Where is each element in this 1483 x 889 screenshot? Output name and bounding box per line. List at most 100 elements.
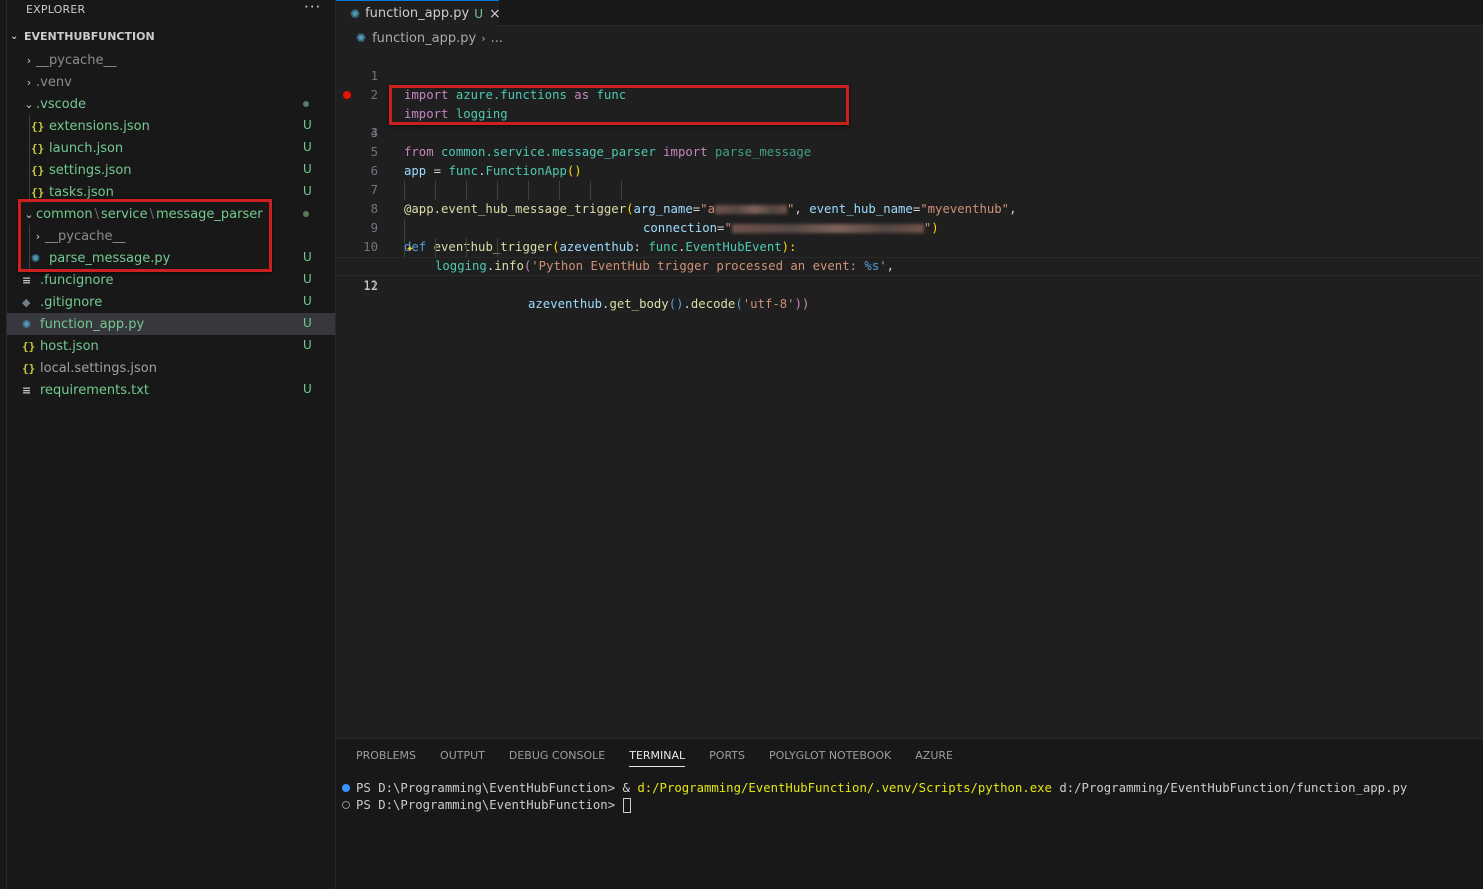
tab-problems[interactable]: PROBLEMS: [356, 749, 416, 767]
code-line: 8 connection=" "): [336, 181, 1483, 235]
indent-guide: [559, 181, 560, 200]
tree-item-label: .funcignore: [40, 272, 114, 288]
untracked-badge: U: [303, 184, 312, 198]
tree-item-label: extensions.json: [49, 118, 150, 134]
untracked-badge: U: [303, 294, 312, 308]
tab-label: function_app.py: [365, 6, 470, 21]
tree-item-label: __pycache__: [36, 52, 117, 68]
tree-item-label: .vscode: [36, 96, 86, 112]
annotation-highlight-box: [18, 199, 272, 272]
tree-item-requirements-txt[interactable]: ≡ requirements.txt: [7, 379, 335, 401]
untracked-badge: U: [303, 382, 312, 396]
indent-guide: [404, 181, 405, 200]
untracked-badge: U: [303, 272, 312, 286]
json-file-icon: {}: [31, 141, 45, 155]
code-line: 10 logging.info('Python EventHub trigger…: [336, 219, 1483, 273]
tab-function-app-py[interactable]: ✺ function_app.py U ×: [336, 0, 501, 26]
tree-item-host-json[interactable]: {} host.json: [7, 335, 335, 357]
code-line: 2 import logging: [336, 67, 1483, 121]
annotation-highlight-box: [389, 85, 849, 125]
indent-guide: [621, 181, 622, 200]
terminal-line[interactable]: PS D:\Programming\EventHubFunction>: [342, 797, 631, 814]
project-folder-header[interactable]: ⌄ EVENTHUBFUNCTION: [10, 30, 155, 43]
code-line: 7 @app.event_hub_message_trigger(arg_nam…: [336, 162, 1483, 216]
tab-ports[interactable]: PORTS: [709, 749, 745, 767]
chevron-right-icon: ›: [481, 31, 486, 45]
panel-tabs: PROBLEMS OUTPUT DEBUG CONSOLE TERMINAL P…: [356, 749, 977, 767]
explorer-title: EXPLORER: [26, 3, 86, 16]
breakpoint-icon[interactable]: [343, 91, 351, 99]
tree-item-extensions-json[interactable]: {} extensions.json: [7, 115, 335, 137]
tree-item-label: settings.json: [49, 162, 132, 178]
untracked-badge: U: [303, 140, 312, 154]
tree-item-label: .venv: [36, 74, 72, 90]
breadcrumb-file[interactable]: function_app.py: [372, 31, 476, 46]
tab-debug-console[interactable]: DEBUG CONSOLE: [509, 749, 605, 767]
code-line: 5 app = func.FunctionApp(): [336, 124, 1483, 178]
untracked-badge: U: [303, 250, 312, 264]
indent-guide: [528, 181, 529, 200]
tree-item-label: host.json: [40, 338, 99, 354]
project-name: EVENTHUBFUNCTION: [24, 30, 155, 43]
tree-item-label: local.settings.json: [40, 360, 157, 376]
tree-item-label: requirements.txt: [40, 382, 150, 398]
indent-guide: [590, 181, 591, 200]
chevron-down-icon: ⌄: [10, 31, 19, 42]
indent-guide: [497, 238, 498, 257]
untracked-badge: U: [474, 6, 484, 21]
terminal-cursor: [622, 798, 631, 813]
code-line: ✦ 11 azeventhub.get_body().decode('utf-8…: [336, 238, 1483, 311]
bottom-panel: PROBLEMS OUTPUT DEBUG CONSOLE TERMINAL P…: [336, 738, 1483, 889]
indent-guide: [466, 181, 467, 200]
tree-item-settings-json[interactable]: {} settings.json: [7, 159, 335, 181]
code-text: azeventhub.get_body().decode('utf-8')): [528, 297, 810, 311]
sparkle-icon[interactable]: ✦: [406, 239, 414, 258]
tab-terminal[interactable]: TERMINAL: [629, 749, 686, 767]
text-lines-icon: ≡: [22, 273, 32, 287]
tree-item-pycache[interactable]: › __pycache__: [7, 49, 335, 71]
code-line: 9 def eventhub_trigger(azeventhub: func.…: [336, 200, 1483, 254]
python-file-icon: ✺: [350, 6, 361, 21]
indent-guide: [497, 181, 498, 200]
indent-guide: [435, 238, 436, 257]
json-file-icon: {}: [31, 185, 45, 199]
modified-dot-badge: [303, 211, 309, 217]
indent-guide: [466, 238, 467, 257]
tree-item-label: function_app.py: [40, 316, 145, 332]
tree-item-funcignore[interactable]: ≡ .funcignore: [7, 269, 335, 291]
json-file-icon: {}: [31, 163, 45, 177]
tree-item-vscode[interactable]: ⌄ .vscode: [7, 93, 335, 115]
chevron-right-icon: ›: [26, 75, 32, 89]
tab-azure[interactable]: AZURE: [915, 749, 953, 767]
tree-item-launch-json[interactable]: {} launch.json: [7, 137, 335, 159]
tree-item-label: tasks.json: [49, 184, 114, 200]
tree-item-local-settings-json[interactable]: {} local.settings.json: [7, 357, 335, 379]
tab-output[interactable]: OUTPUT: [440, 749, 485, 767]
untracked-badge: U: [303, 118, 312, 132]
untracked-badge: U: [303, 162, 312, 176]
untracked-badge: U: [303, 316, 312, 330]
python-file-icon: ✺: [356, 31, 367, 45]
code-line: 6: [336, 143, 1483, 178]
tree-item-gitignore[interactable]: ◆ .gitignore: [7, 291, 335, 313]
explorer-more-actions-icon[interactable]: ···: [304, 0, 321, 16]
indent-guide: [435, 181, 436, 200]
code-line-current: 12: [336, 257, 1483, 293]
tree-item-function-app-py[interactable]: ✺ function_app.py: [7, 313, 335, 335]
untracked-badge: U: [303, 338, 312, 352]
json-file-icon: {}: [22, 339, 36, 353]
tree-item-venv[interactable]: › .venv: [7, 71, 335, 93]
command-pending-icon: [342, 801, 350, 809]
breadcrumb-ellipsis[interactable]: ...: [491, 31, 503, 46]
terminal-line: PS D:\Programming\EventHubFunction> & d:…: [342, 780, 1407, 797]
close-icon[interactable]: ×: [489, 6, 501, 22]
git-file-icon: ◆: [22, 295, 31, 309]
json-file-icon: {}: [31, 119, 45, 133]
tab-polyglot-notebook[interactable]: POLYGLOT NOTEBOOK: [769, 749, 891, 767]
tree-item-label: launch.json: [49, 140, 124, 156]
text-lines-icon: ≡: [22, 383, 32, 397]
explorer-sidebar: EXPLORER ··· ⌄ EVENTHUBFUNCTION › __pyca…: [0, 0, 336, 889]
python-file-icon: ✺: [22, 317, 32, 331]
chevron-right-icon: ›: [26, 53, 32, 67]
breadcrumb: ✺ function_app.py › ...: [356, 29, 503, 47]
